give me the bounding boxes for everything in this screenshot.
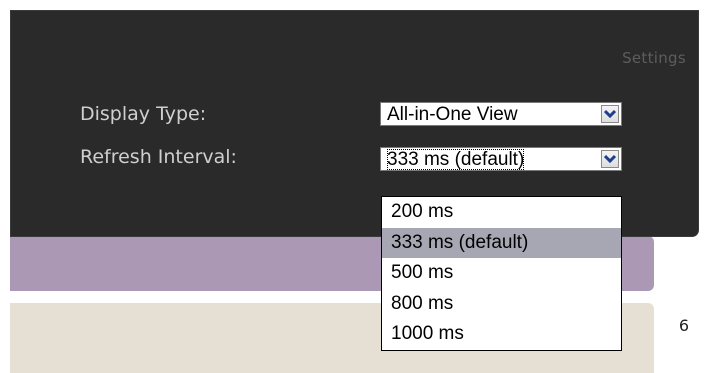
refresh-interval-label: Refresh Interval: [80, 146, 237, 168]
display-type-label: Display Type: [80, 103, 207, 125]
option-800ms[interactable]: 800 ms [382, 289, 621, 320]
chevron-down-icon [604, 154, 616, 164]
display-type-value: All-in-One View [387, 104, 518, 125]
option-200ms[interactable]: 200 ms [382, 197, 621, 228]
option-333ms-default[interactable]: 333 ms (default) [382, 227, 621, 259]
display-type-dropdown-button[interactable] [601, 105, 619, 123]
refresh-interval-value: 333 ms (default) [387, 149, 525, 170]
refresh-interval-dropdown-button[interactable] [601, 150, 619, 168]
panel-title: Settings [622, 49, 686, 67]
chevron-down-icon [604, 109, 616, 119]
refresh-interval-select[interactable]: 333 ms (default) [380, 147, 622, 171]
background-partial-text: 6 [678, 316, 689, 335]
option-500ms[interactable]: 500 ms [382, 258, 621, 289]
display-type-select[interactable]: All-in-One View [380, 102, 622, 126]
option-1000ms[interactable]: 1000 ms [382, 319, 621, 350]
refresh-interval-options-list: 200 ms 333 ms (default) 500 ms 800 ms 10… [381, 196, 622, 351]
